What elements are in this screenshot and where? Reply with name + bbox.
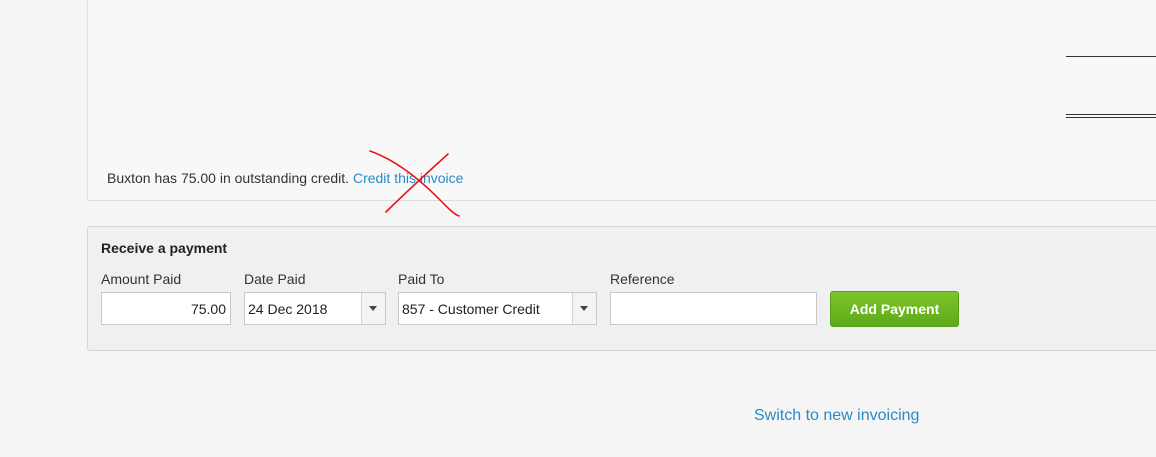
paid-to-dropdown-button[interactable] — [572, 293, 596, 324]
amount-paid-input[interactable] — [101, 292, 231, 325]
switch-to-new-invoicing-link[interactable]: Switch to new invoicing — [754, 407, 919, 425]
paid-to-label: Paid To — [398, 271, 445, 287]
reference-input[interactable] — [610, 292, 817, 325]
date-paid-select[interactable]: 24 Dec 2018 — [244, 292, 386, 325]
subtotal-rule — [1066, 56, 1156, 57]
paid-to-value: 857 - Customer Credit — [402, 301, 540, 317]
credit-this-invoice-link[interactable]: Credit this invoice — [353, 170, 464, 186]
amount-paid-label: Amount Paid — [101, 271, 182, 287]
date-paid-label: Date Paid — [244, 271, 306, 287]
total-double-rule-top — [1066, 114, 1156, 115]
receive-payment-title: Receive a payment — [101, 240, 228, 256]
chevron-down-icon — [369, 306, 377, 311]
add-payment-button[interactable]: Add Payment — [830, 291, 959, 327]
credit-message: Buxton has 75.00 in outstanding credit. — [107, 170, 350, 186]
chevron-down-icon — [580, 306, 588, 311]
total-double-rule-bottom — [1066, 117, 1156, 118]
receive-payment-panel — [87, 226, 1156, 351]
reference-label: Reference — [610, 271, 675, 287]
paid-to-select[interactable]: 857 - Customer Credit — [398, 292, 597, 325]
date-paid-value: 24 Dec 2018 — [248, 301, 328, 317]
outstanding-credit-notice: Buxton has 75.00 in outstanding credit. … — [107, 170, 463, 186]
date-dropdown-button[interactable] — [361, 293, 385, 324]
